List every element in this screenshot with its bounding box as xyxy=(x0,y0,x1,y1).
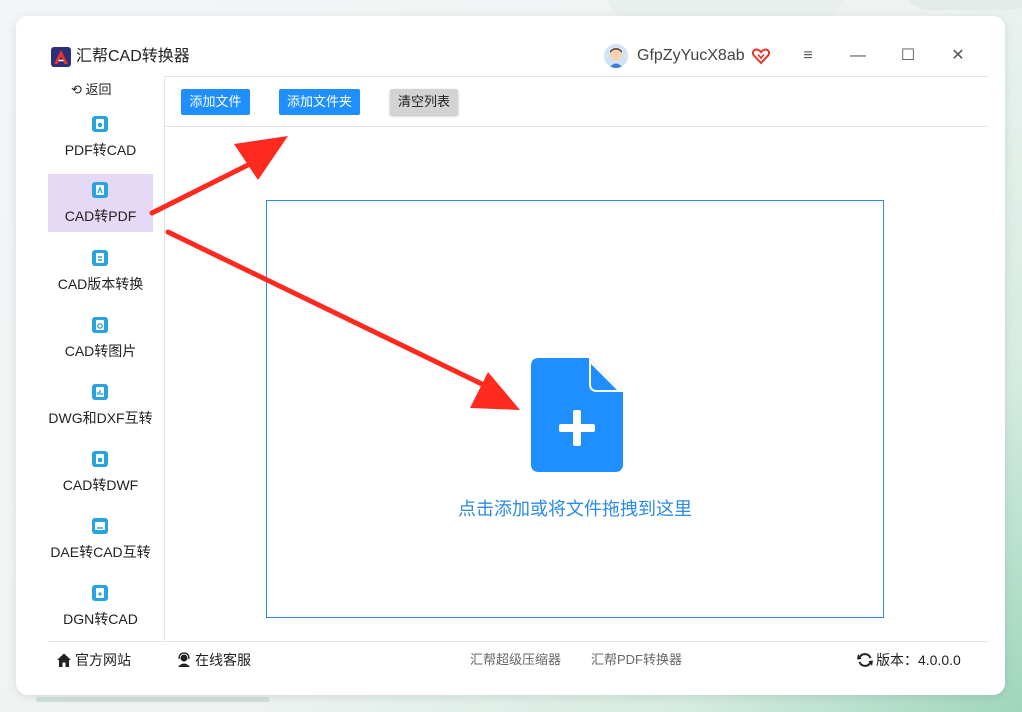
sidebar-item-cad-to-pdf[interactable]: CAD转PDF xyxy=(48,174,153,232)
app-title: 汇帮CAD转换器 xyxy=(76,48,190,65)
username[interactable]: GfpZyYucX8ab xyxy=(637,46,745,66)
version-label: 版本：4.0.0.0 xyxy=(876,652,961,668)
headset-icon xyxy=(176,652,192,673)
title-bar: 汇帮CAD转换器 GfpZyYucX8ab ≡ — ☐ ✕ xyxy=(16,16,1005,76)
back-button[interactable]: ⟲ 返回 xyxy=(71,82,112,98)
vip-heart-icon[interactable] xyxy=(751,46,771,66)
cad-to-pdf-icon xyxy=(90,180,110,200)
add-file-button[interactable]: 添加文件 xyxy=(181,89,250,115)
app-logo-icon xyxy=(51,47,71,67)
compressor-link[interactable]: 汇帮超级压缩器 xyxy=(470,651,561,669)
toolbar-divider xyxy=(165,126,989,127)
official-website-label: 官方网站 xyxy=(75,652,131,668)
sidebar-item-cad-version[interactable]: CAD版本转换 xyxy=(48,242,153,300)
close-icon[interactable]: ✕ xyxy=(946,44,970,68)
add-file-icon xyxy=(531,358,623,472)
sidebar-item-pdf-to-cad[interactable]: PDF转CAD xyxy=(48,108,153,166)
sidebar-item-label: DGN转CAD xyxy=(63,611,138,627)
online-support-label: 在线客服 xyxy=(195,652,251,668)
dgn-cad-icon xyxy=(90,583,110,603)
sidebar-item-cad-to-image[interactable]: CAD转图片 xyxy=(48,309,153,367)
official-website-link[interactable]: 官方网站 xyxy=(56,650,131,673)
sidebar-item-label: CAD转图片 xyxy=(64,343,137,359)
sidebar-item-label: CAD转PDF xyxy=(64,208,137,224)
pdf-to-cad-icon xyxy=(90,114,110,134)
sidebar-item-label: CAD转DWF xyxy=(62,477,139,493)
dwg-dxf-icon xyxy=(90,382,110,402)
footer-divider xyxy=(48,641,989,642)
sidebar: ⟲ 返回 PDF转CAD CAD转PDF CAD版本转换 CAD转图片 DWG和… xyxy=(48,76,165,641)
sidebar-item-label: DWG和DXF互转 xyxy=(48,410,153,426)
home-icon xyxy=(56,652,72,673)
online-support-link[interactable]: 在线客服 xyxy=(176,650,251,673)
cad-to-dwf-icon xyxy=(90,449,110,469)
cad-version-icon xyxy=(90,248,110,268)
drop-hint-text: 点击添加或将文件拖拽到这里 xyxy=(458,499,692,519)
add-folder-button[interactable]: 添加文件夹 xyxy=(279,89,360,115)
user-avatar[interactable] xyxy=(604,44,628,68)
sidebar-divider xyxy=(164,76,165,641)
sidebar-item-label: PDF转CAD xyxy=(64,142,137,158)
pdf-converter-link[interactable]: 汇帮PDF转换器 xyxy=(591,651,682,669)
back-arrow-icon: ⟲ xyxy=(71,82,82,97)
file-drop-zone[interactable]: 点击添加或将文件拖拽到这里 xyxy=(266,200,884,618)
minimize-icon[interactable]: — xyxy=(846,44,870,68)
sidebar-item-label: CAD版本转换 xyxy=(57,276,144,292)
header-divider xyxy=(165,76,989,77)
refresh-icon xyxy=(857,652,873,673)
clear-list-button[interactable]: 清空列表 xyxy=(390,89,458,115)
sidebar-item-cad-to-dwf[interactable]: CAD转DWF xyxy=(48,443,153,501)
maximize-icon[interactable]: ☐ xyxy=(896,44,920,68)
back-label: 返回 xyxy=(85,82,112,97)
sidebar-item-label: DAE转CAD互转 xyxy=(50,544,151,560)
dae-cad-icon xyxy=(90,516,110,536)
menu-icon[interactable]: ≡ xyxy=(796,44,820,68)
sidebar-item-dae-cad[interactable]: DAE转CAD互转 xyxy=(48,510,153,568)
version-info[interactable]: 版本：4.0.0.0 xyxy=(857,650,961,673)
sidebar-item-dwg-dxf[interactable]: DWG和DXF互转 xyxy=(48,376,153,434)
cad-to-image-icon xyxy=(90,315,110,335)
sidebar-item-dgn-cad[interactable]: DGN转CAD xyxy=(48,577,153,635)
app-window: 汇帮CAD转换器 GfpZyYucX8ab ≡ — ☐ ✕ ⟲ 返回 PDF转C… xyxy=(16,16,1005,695)
